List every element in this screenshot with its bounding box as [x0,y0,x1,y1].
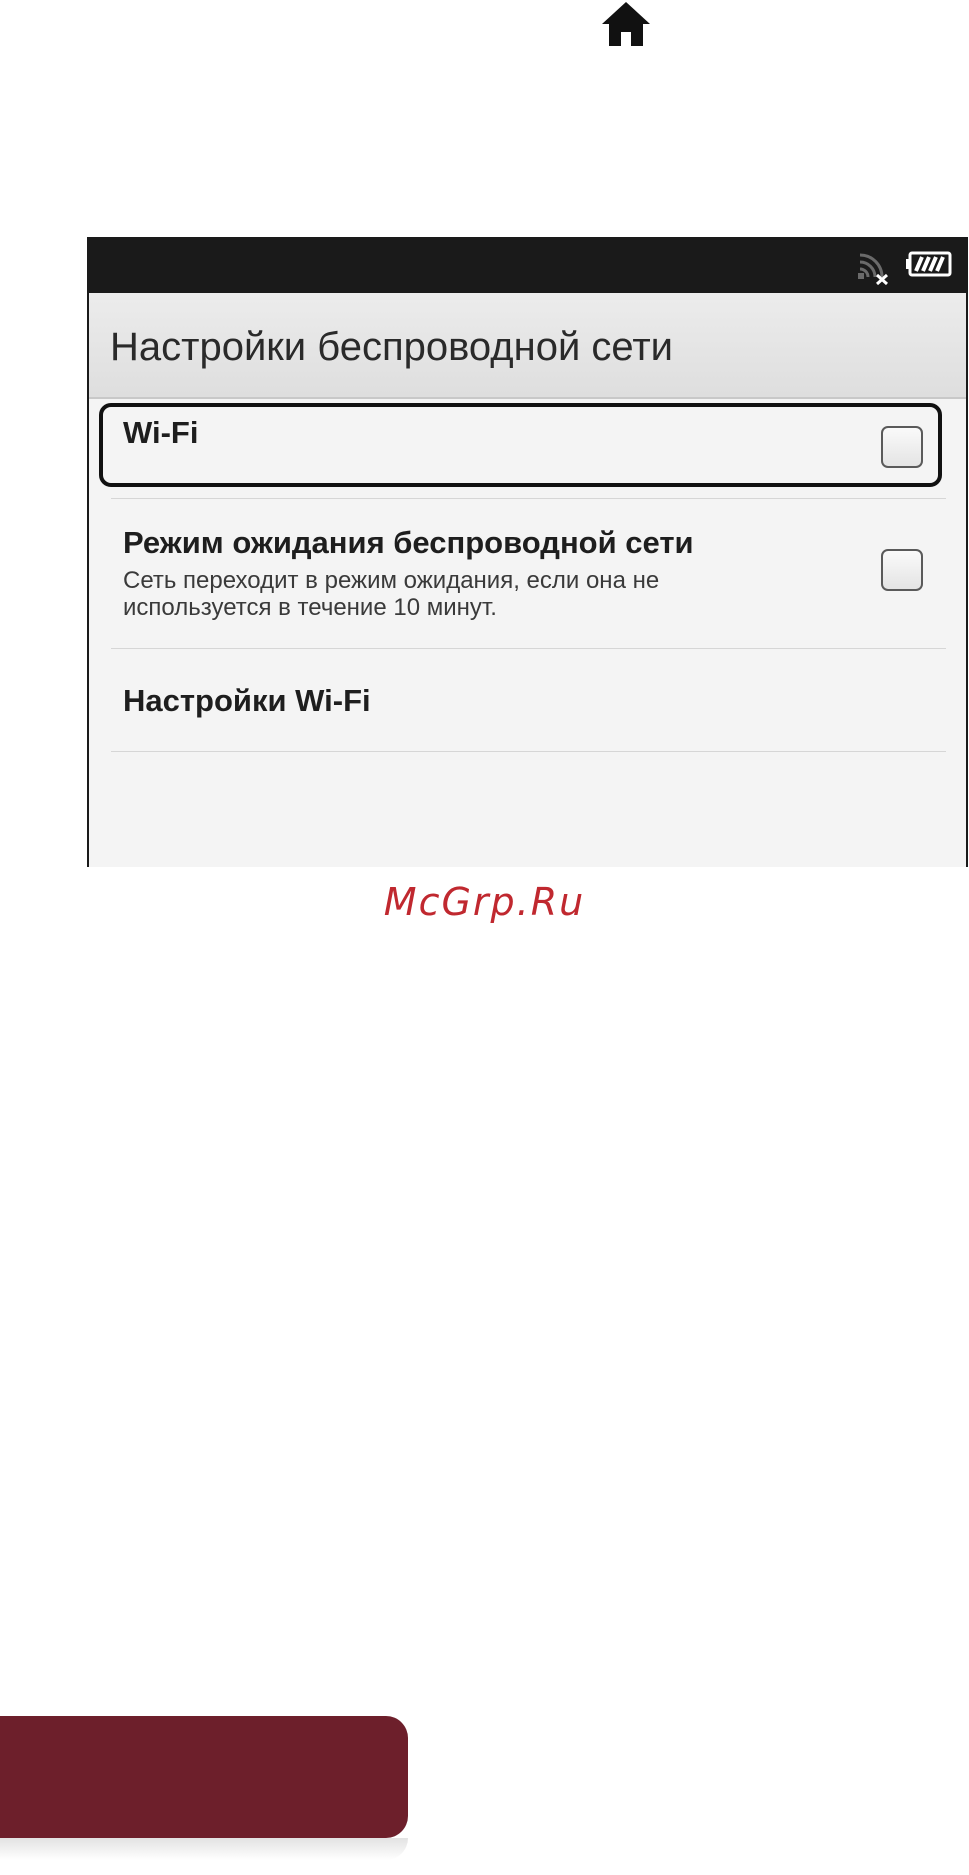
bottom-tab-shadow [0,1838,408,1860]
device-screenshot: Настройки беспроводной сети Wi-Fi Режим … [87,237,968,867]
standby-checkbox[interactable] [881,549,923,591]
home-icon[interactable] [600,0,652,48]
watermark: McGrp.Ru [383,880,586,924]
bottom-tab [0,1716,408,1838]
title-bar: Настройки беспроводной сети [89,293,966,399]
standby-description: Сеть переходит в режим ожидания, если он… [123,567,660,621]
wifi-toggle-row[interactable]: Wi-Fi [99,399,946,499]
wifi-settings-label: Настройки Wi-Fi [123,683,371,718]
status-bar [89,237,966,293]
standby-label: Режим ожидания беспроводной сети [123,525,694,560]
wifi-checkbox[interactable] [881,426,923,468]
wifi-off-icon [858,253,889,285]
wifi-settings-row[interactable]: Настройки Wi-Fi [111,649,946,752]
page-title: Настройки беспроводной сети [110,325,673,369]
highlight-frame [99,403,942,487]
battery-icon [906,251,952,277]
wireless-standby-row[interactable]: Режим ожидания беспроводной сети Сеть пе… [111,499,946,649]
wifi-label: Wi-Fi [123,415,199,450]
